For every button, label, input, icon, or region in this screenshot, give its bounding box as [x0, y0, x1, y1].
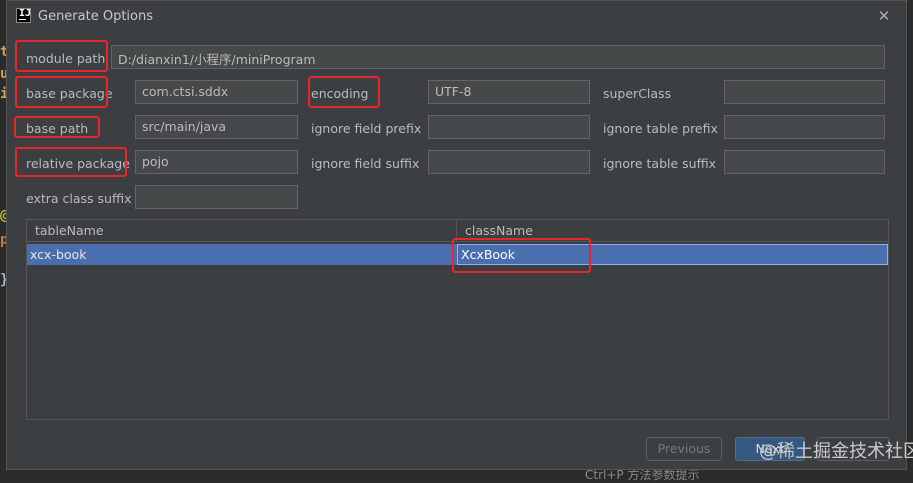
title-bar: IJ Generate Options ✕ [7, 1, 906, 33]
column-header-tablename[interactable]: tableName [35, 223, 104, 238]
encoding-label: encoding [311, 86, 369, 101]
table-row[interactable]: xcx-book XcxBook [27, 244, 888, 265]
ignore-field-prefix-label: ignore field prefix [311, 121, 422, 136]
superclass-label: superClass [603, 86, 672, 101]
ignore-table-suffix-field[interactable] [724, 150, 885, 174]
table-header: tableName className [27, 220, 888, 242]
previous-button[interactable]: Previous [646, 437, 722, 461]
ignore-table-prefix-field[interactable] [724, 115, 885, 139]
ignore-field-prefix-field[interactable] [428, 115, 590, 139]
ignore-table-suffix-label: ignore table suffix [603, 156, 717, 171]
base-package-field[interactable]: com.ctsi.sddx [135, 80, 298, 104]
ignore-table-prefix-label: ignore table prefix [603, 121, 718, 136]
classname-edit-field[interactable]: XcxBook [457, 244, 888, 265]
superclass-field[interactable] [724, 80, 885, 104]
encoding-field[interactable]: UTF-8 [428, 80, 590, 104]
ignore-field-suffix-label: ignore field suffix [311, 156, 420, 171]
extra-class-suffix-label: extra class suffix [26, 191, 132, 206]
table-cell-tablename[interactable]: xcx-book [30, 247, 86, 262]
column-header-classname[interactable]: className [465, 223, 533, 238]
column-divider[interactable] [456, 220, 457, 242]
ignore-field-suffix-field[interactable] [428, 150, 590, 174]
generate-options-dialog: IJ Generate Options ✕ module path D:/dia… [6, 0, 913, 470]
base-path-label: base path [26, 121, 89, 136]
table-mapping-grid[interactable]: tableName className xcx-book XcxBook [26, 219, 889, 420]
watermark: @稀土掘金技术社区 [759, 441, 913, 462]
intellij-app-icon: IJ [16, 8, 31, 23]
dialog-title: Generate Options [38, 9, 154, 24]
module-path-label: module path [26, 51, 106, 66]
relative-package-label: relative package [26, 156, 130, 171]
base-package-label: base package [26, 86, 113, 101]
close-icon[interactable]: ✕ [874, 6, 894, 26]
relative-package-field[interactable]: pojo [135, 150, 298, 174]
extra-class-suffix-field[interactable] [135, 185, 298, 209]
module-path-field[interactable]: D:/dianxin1/小程序/miniProgram [111, 45, 885, 69]
base-path-field[interactable]: src/main/java [135, 115, 298, 139]
